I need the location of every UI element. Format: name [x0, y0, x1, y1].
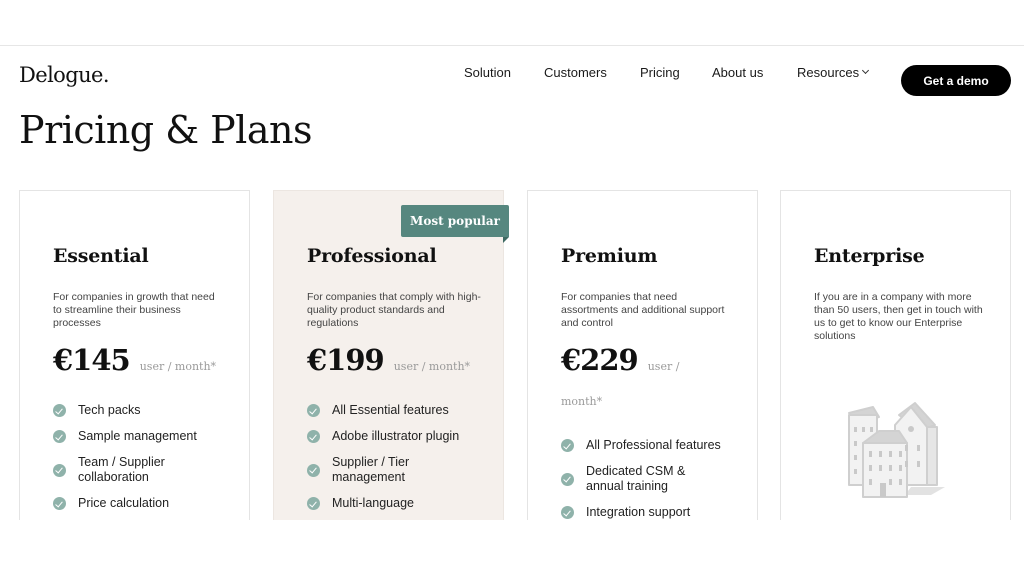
price-row: €229 user / [561, 343, 679, 377]
feature-label: Dedicated CSM & annual training [586, 464, 686, 493]
check-icon [307, 497, 320, 510]
feature-item: Integration support [561, 505, 721, 520]
plan-card-premium: Premium For companies that need assortme… [527, 190, 758, 520]
nav-about-us[interactable]: About us [712, 65, 763, 80]
check-icon [307, 404, 320, 417]
plan-name: Premium [561, 245, 658, 267]
plan-description: If you are in a company with more than 5… [814, 291, 983, 342]
plan-name: Professional [307, 245, 437, 267]
check-icon [53, 463, 66, 477]
feature-label: All Essential features [332, 403, 449, 417]
nav-resources[interactable]: Resources [797, 64, 870, 80]
price-unit: user / month* [139, 360, 217, 373]
plan-name: Enterprise [814, 245, 925, 267]
price-unit: user / month* [393, 360, 471, 373]
check-icon [561, 439, 574, 452]
feature-list: All Professional features Dedicated CSM … [561, 438, 721, 520]
logo[interactable]: Delogue. [19, 63, 110, 87]
price-unit-line1: user / [647, 360, 680, 373]
feature-item: All Essential features [307, 403, 459, 418]
feature-item: Team / Supplier collaboration [53, 455, 193, 485]
check-icon [307, 430, 320, 443]
plan-description: For companies in growth that need to str… [53, 291, 215, 329]
feature-item: Adobe illustrator plugin [307, 429, 459, 444]
feature-label: Tech packs [78, 403, 141, 417]
feature-item: Multi-language [307, 496, 459, 511]
plan-price: €145 [53, 343, 131, 377]
buildings-icon [848, 402, 945, 498]
nav-customers[interactable]: Customers [544, 65, 607, 80]
feature-label: Price calculation [78, 496, 170, 510]
feature-label: Adobe illustrator plugin [332, 429, 460, 443]
feature-item: Dedicated CSM & annual training [561, 464, 701, 494]
check-icon [53, 497, 66, 510]
feature-label: Sample management [78, 429, 197, 443]
check-icon [561, 472, 574, 486]
check-icon [53, 404, 66, 417]
feature-item: Price calculation [53, 496, 197, 511]
feature-item: Sample management [53, 429, 197, 444]
feature-label: Multi-language [332, 496, 414, 510]
plan-card-enterprise: Enterprise If you are in a company with … [780, 190, 1011, 520]
plan-price: €199 [307, 343, 385, 377]
top-bar [0, 0, 1024, 46]
nav-resources-label: Resources [797, 64, 860, 80]
plan-name: Essential [53, 245, 149, 267]
feature-label: Team / Supplier collaboration [78, 455, 165, 484]
check-icon [53, 430, 66, 443]
get-demo-button[interactable]: Get a demo [901, 65, 1011, 96]
plan-price: €229 [561, 343, 639, 377]
plan-description: For companies that need assortments and … [561, 291, 725, 329]
price-row: €199 user / month* [307, 343, 470, 377]
feature-item: Tech packs [53, 403, 197, 418]
feature-list: Tech packs Sample management Team / Supp… [53, 403, 197, 520]
plan-description: For companies that comply with high-qual… [307, 291, 481, 329]
nav-pricing[interactable]: Pricing [640, 65, 680, 80]
feature-label: All Professional features [586, 438, 721, 452]
price-unit-line2: month* [561, 395, 603, 408]
check-icon [307, 463, 320, 477]
feature-label: Supplier / Tier management [332, 455, 410, 484]
plan-card-professional: Most popular Professional For companies … [273, 190, 509, 522]
nav-solution[interactable]: Solution [464, 65, 511, 80]
check-icon [561, 506, 574, 519]
feature-item: Supplier / Tier management [307, 455, 447, 485]
feature-list: All Essential features Adobe illustrator… [307, 403, 459, 522]
price-row: €145 user / month* [53, 343, 216, 377]
plan-card-essential: Essential For companies in growth that n… [19, 190, 250, 520]
feature-label: Integration support [586, 505, 691, 519]
most-popular-badge: Most popular [401, 205, 509, 243]
page-title: Pricing & Plans [19, 108, 312, 152]
chevron-down-icon [862, 66, 870, 75]
feature-item: All Professional features [561, 438, 721, 453]
